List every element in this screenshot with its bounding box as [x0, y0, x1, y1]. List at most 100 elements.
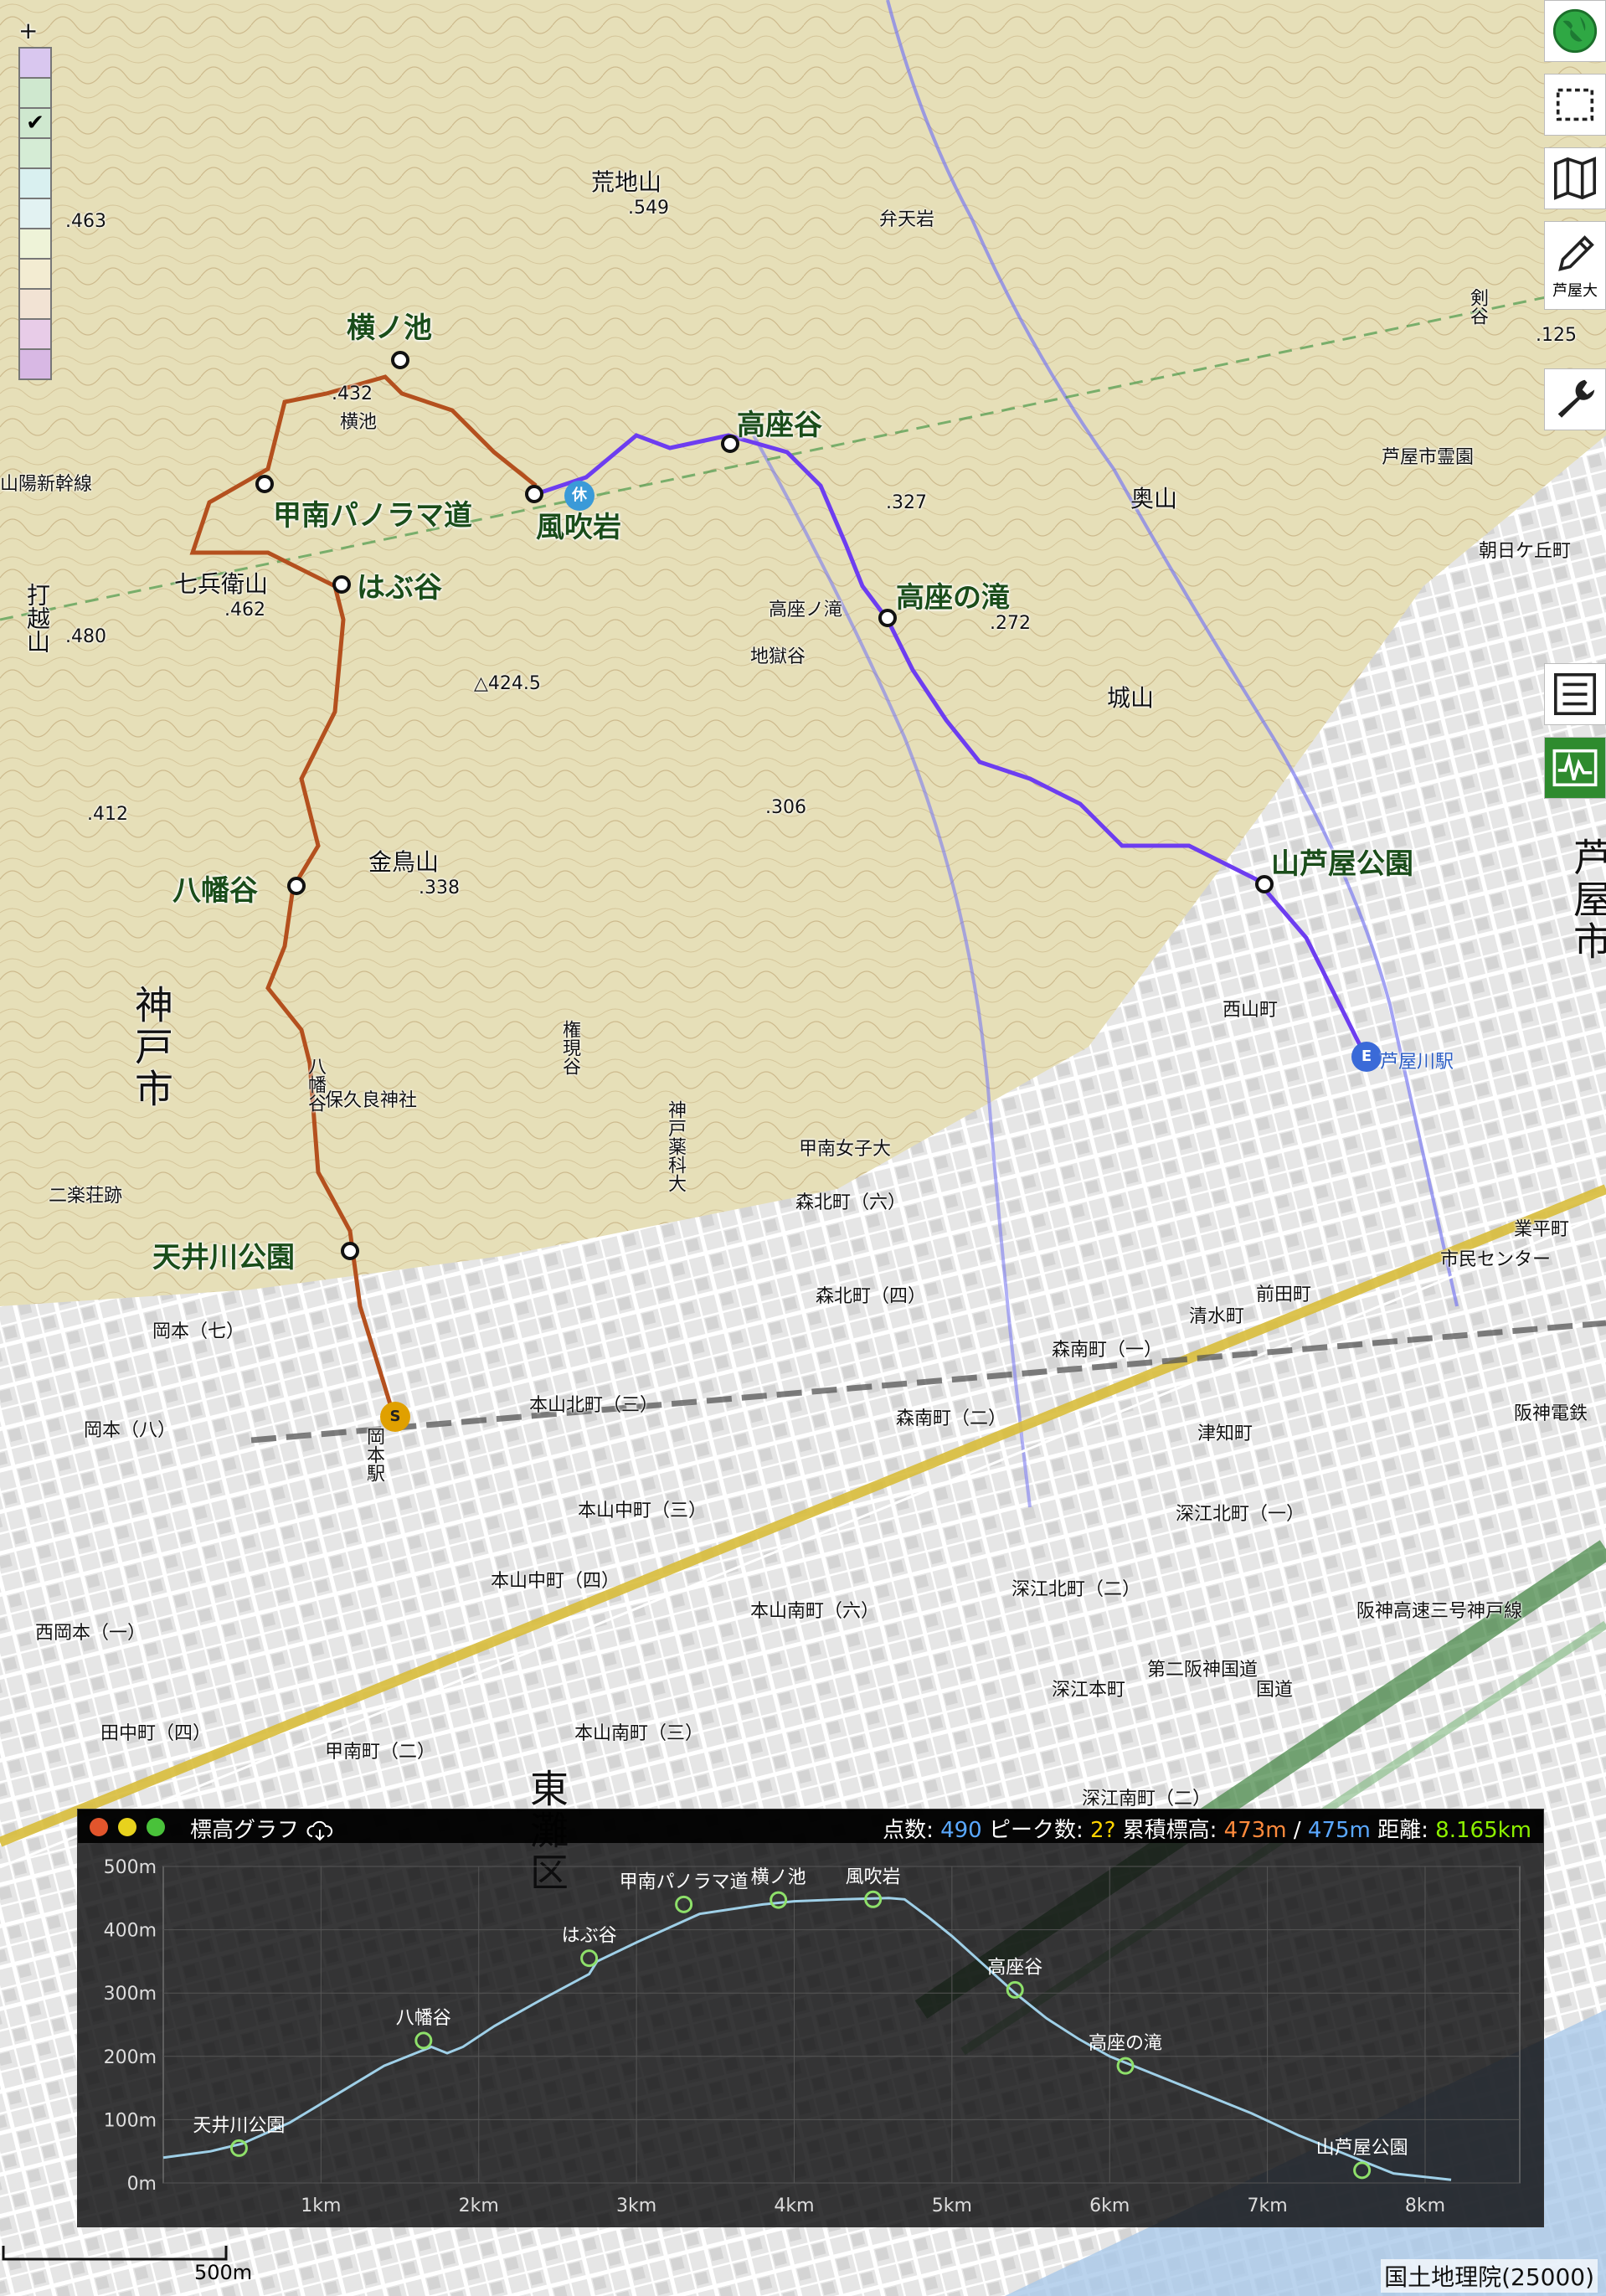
waypoint-marker [414, 2031, 433, 2050]
waypoint-marker[interactable] [287, 877, 306, 895]
waypoint-label-yamaashiya-park[interactable]: 山芦屋公園 [1271, 841, 1413, 882]
y-tick-label: 0m [127, 2174, 157, 2195]
station-label: 芦屋川駅 [1380, 1052, 1454, 1073]
waypoint-marker[interactable] [332, 575, 351, 594]
cloud-download-icon[interactable] [306, 1820, 334, 1841]
town-label: 森北町（六） [795, 1192, 907, 1213]
elevation-graph-button[interactable] [1544, 737, 1606, 799]
map-attribution: 国土地理院(25000) [1381, 2259, 1598, 2293]
palette-swatch[interactable] [18, 318, 52, 348]
road-label: 国道 [1256, 1680, 1294, 1701]
elevation-label: .463 [65, 211, 106, 232]
x-tick-label: 8km [1405, 2196, 1445, 2216]
waypoint-label-konan-panorama[interactable]: 甲南パノラマ道 [273, 492, 472, 533]
settings-button[interactable] [1544, 368, 1606, 430]
waypoint-label-yokonoike[interactable]: 横ノ池 [347, 305, 432, 346]
place-label: 打越山 [23, 583, 51, 653]
elevation-panel-header[interactable]: 標高グラフ 点数: 490 ピーク数: 2? 累積標高: 473m / 475m… [78, 1810, 1543, 1843]
road-label: 第二阪神国道 [1147, 1660, 1259, 1681]
town-label: 業平町 [1514, 1219, 1570, 1240]
palette-swatch[interactable] [18, 47, 52, 77]
globe-button[interactable] [1544, 0, 1606, 62]
distance-value: 8.165km [1435, 1818, 1531, 1843]
waypoint-marker[interactable] [878, 609, 897, 627]
annotation-label: はぶ谷 [562, 1926, 617, 1947]
waypoint-marker[interactable] [391, 351, 409, 369]
place-label: 高座ノ滝 [769, 600, 843, 620]
elevation-label: .125 [1536, 325, 1577, 346]
gain-separator: / [1293, 1818, 1301, 1843]
waypoint-label-tenjogawa-park[interactable]: 天井川公園 [152, 1234, 295, 1275]
city-label: 神戸市 [129, 985, 174, 1110]
peaks-value: 2? [1090, 1818, 1116, 1843]
elevation-stats: 点数: 490 ピーク数: 2? 累積標高: 473m / 475m 距離: 8… [883, 1813, 1531, 1844]
x-tick-label: 1km [301, 2196, 341, 2216]
place-label: 剣谷 [1467, 288, 1488, 325]
palette-swatch[interactable] [18, 348, 52, 380]
draw-button[interactable]: 芦屋大 [1544, 221, 1606, 310]
school-label: 甲南女子大 [799, 1139, 892, 1160]
elevation-panel[interactable]: 標高グラフ 点数: 490 ピーク数: 2? 累積標高: 473m / 475m… [77, 1809, 1544, 2227]
end-badge[interactable]: E [1351, 1042, 1382, 1072]
minimize-button[interactable] [118, 1818, 136, 1836]
waypoint-marker[interactable] [525, 485, 543, 503]
place-label: 金鳥山 [368, 848, 440, 876]
palette-swatch[interactable] [18, 288, 52, 318]
waypoint-label-yawatadani[interactable]: 八幡谷 [172, 867, 258, 909]
rest-badge[interactable]: 休 [564, 481, 595, 511]
palette-swatch[interactable] [18, 228, 52, 258]
palette-swatch[interactable] [18, 258, 52, 288]
elevation-label: .549 [628, 198, 669, 219]
map-icon [1553, 157, 1597, 200]
plot-frame [162, 1866, 1521, 2184]
y-tick-label: 200m [104, 2047, 157, 2068]
town-label: 深江本町 [1052, 1680, 1126, 1701]
place-label: 八幡谷 [305, 1057, 326, 1112]
waypoint-label-habudani[interactable]: はぶ谷 [357, 564, 442, 605]
zoom-in-button[interactable]: + [18, 17, 38, 44]
y-tick-label: 300m [104, 1984, 157, 2005]
maximize-button[interactable] [147, 1818, 165, 1836]
waypoint-label-koza-falls[interactable]: 高座の滝 [896, 574, 1010, 615]
place-label: 七兵衛山 [174, 570, 269, 598]
map-layer-button[interactable] [1544, 147, 1606, 209]
palette-swatch[interactable] [18, 198, 52, 228]
elevation-label: .462 [224, 600, 265, 620]
list-button[interactable] [1544, 663, 1606, 725]
place-label: 横池 [340, 412, 378, 433]
x-tick-label: 7km [1248, 2196, 1288, 2216]
elevation-label: .327 [886, 492, 927, 513]
waypoint-marker [1353, 2161, 1372, 2180]
y-tick-label: 500m [104, 1857, 157, 1878]
town-label: 本山中町（四） [491, 1571, 620, 1592]
waypoint-marker[interactable] [255, 475, 274, 493]
palette-swatch[interactable] [18, 167, 52, 198]
points-label: 点数: [883, 1818, 934, 1843]
waypoint-marker[interactable] [341, 1242, 359, 1260]
elevation-chart[interactable]: 0m 100m 200m 300m 400m 500m 1km 2km 3km 4km 5km 6km… [78, 1843, 1543, 2227]
close-button[interactable] [90, 1818, 108, 1836]
waypoint-label-kozadani[interactable]: 高座谷 [737, 402, 822, 443]
color-palette[interactable]: ✔ [18, 47, 52, 380]
select-area-button[interactable] [1544, 74, 1606, 136]
y-tick-label: 100m [104, 2110, 157, 2131]
select-rect-icon [1556, 88, 1594, 121]
x-tick-label: 4km [774, 2196, 814, 2216]
x-tick-label: 5km [932, 2196, 972, 2216]
town-label: 本山中町（三） [578, 1501, 708, 1521]
points-value: 490 [940, 1818, 982, 1843]
town-label: 岡本（八） [84, 1420, 177, 1441]
waypoint-marker [675, 1895, 693, 1913]
annotation-label: 横ノ池 [751, 1867, 806, 1888]
palette-swatch[interactable] [18, 137, 52, 167]
palette-swatch[interactable]: ✔ [18, 107, 52, 137]
town-label: 甲南町（二） [325, 1742, 436, 1763]
town-label: 森北町（四） [816, 1286, 927, 1307]
pencil-icon [1558, 235, 1594, 271]
elevation-label: .306 [765, 797, 806, 818]
shrine-label: 保久良神社 [325, 1090, 418, 1111]
list-icon [1553, 672, 1597, 716]
place-label: 荒地山 [591, 168, 662, 196]
start-badge[interactable]: S [380, 1402, 410, 1432]
palette-swatch[interactable] [18, 77, 52, 107]
